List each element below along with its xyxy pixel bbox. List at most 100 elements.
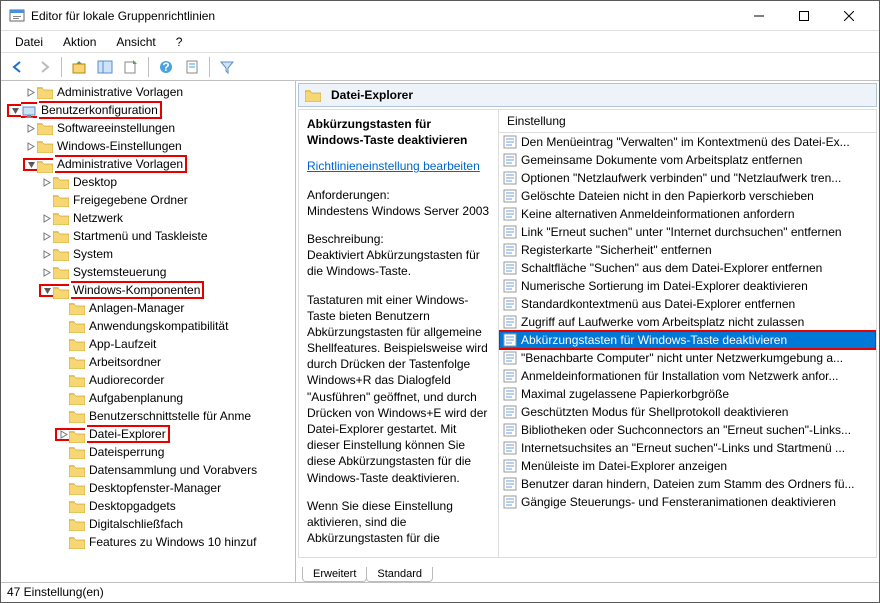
chevron-down-icon[interactable] — [23, 158, 37, 171]
maximize-button[interactable] — [781, 1, 826, 31]
chevron-right-icon[interactable] — [55, 428, 69, 441]
tree-item-desktop[interactable]: Desktop — [1, 173, 295, 191]
menu-file[interactable]: Datei — [7, 33, 51, 51]
chevron-down-icon[interactable] — [7, 104, 21, 117]
setting-row[interactable]: Keine alternativen Anmeldeinformationen … — [499, 205, 876, 223]
chevron-right-icon[interactable] — [23, 124, 37, 133]
tree-item-shared_folders[interactable]: Freigegebene Ordner — [1, 191, 295, 209]
folder-icon — [53, 194, 69, 207]
tree-item-admin_templates2[interactable]: Administrative Vorlagen — [1, 155, 295, 173]
folder-icon — [69, 392, 85, 405]
setting-row[interactable]: "Benachbarte Computer" nicht unter Netzw… — [499, 349, 876, 367]
tree-item-startmenu[interactable]: Startmenü und Taskleiste — [1, 227, 295, 245]
svg-text:?: ? — [162, 60, 169, 74]
close-button[interactable] — [826, 1, 871, 31]
tree-item-network[interactable]: Netzwerk — [1, 209, 295, 227]
setting-row[interactable]: Benutzer daran hindern, Dateien zum Stam… — [499, 475, 876, 493]
setting-row[interactable]: Maximal zugelassene Papierkorbgröße — [499, 385, 876, 403]
chevron-right-icon[interactable] — [39, 214, 53, 223]
tree-item-win_components[interactable]: Windows-Komponenten — [1, 281, 295, 299]
setting-row[interactable]: Gängige Steuerungs- und Fensteranimation… — [499, 493, 876, 511]
tree-pane[interactable]: Administrative VorlagenBenutzerkonfigura… — [1, 81, 296, 582]
tree-item-task_sched[interactable]: Aufgabenplanung — [1, 389, 295, 407]
tree-item-app_compat[interactable]: Anwendungskompatibilität — [1, 317, 295, 335]
chevron-right-icon[interactable] — [23, 142, 37, 151]
tree-item-file_lock[interactable]: Dateisperrung — [1, 443, 295, 461]
help-button[interactable]: ? — [155, 56, 177, 78]
tree-item-windows_settings[interactable]: Windows-Einstellungen — [1, 137, 295, 155]
folder-icon — [53, 248, 69, 261]
export-button[interactable] — [120, 56, 142, 78]
show-hide-tree-button[interactable] — [94, 56, 116, 78]
chevron-down-icon[interactable] — [39, 284, 53, 297]
tree-item-user_config[interactable]: Benutzerkonfiguration — [1, 101, 295, 119]
tree-item-label: Dateisperrung — [89, 445, 164, 459]
tree-item-dwm[interactable]: Desktopfenster-Manager — [1, 479, 295, 497]
tree-item-app_runtime[interactable]: App-Laufzeit — [1, 335, 295, 353]
setting-row[interactable]: Schaltfläche "Suchen" aus dem Datei-Expl… — [499, 259, 876, 277]
tree-item-win10_features[interactable]: Features zu Windows 10 hinzuf — [1, 533, 295, 551]
chevron-right-icon[interactable] — [23, 88, 37, 97]
tree-item-work_folders[interactable]: Arbeitsordner — [1, 353, 295, 371]
setting-row[interactable]: Zugriff auf Laufwerke vom Arbeitsplatz n… — [499, 313, 876, 331]
setting-row[interactable]: Optionen "Netzlaufwerk verbinden" und "N… — [499, 169, 876, 187]
filter-button[interactable] — [216, 56, 238, 78]
policy-icon — [503, 441, 517, 455]
chevron-right-icon[interactable] — [39, 268, 53, 277]
tree-item-audio_rec[interactable]: Audiorecorder — [1, 371, 295, 389]
setting-row[interactable]: Bibliotheken oder Suchconnectors an "Ern… — [499, 421, 876, 439]
setting-row[interactable]: Geschützten Modus für Shellprotokoll dea… — [499, 403, 876, 421]
setting-row[interactable]: Gelöschte Dateien nicht in den Papierkor… — [499, 187, 876, 205]
setting-row[interactable]: Link "Erneut suchen" unter "Internet dur… — [499, 223, 876, 241]
tree-item-gadgets[interactable]: Desktopgadgets — [1, 497, 295, 515]
setting-row[interactable]: Numerische Sortierung im Datei-Explorer … — [499, 277, 876, 295]
folder-icon — [69, 500, 85, 513]
tree-item-attachment_mgr[interactable]: Anlagen-Manager — [1, 299, 295, 317]
settings-list[interactable]: Einstellung Den Menüeintrag "Verwalten" … — [499, 110, 876, 557]
chevron-right-icon[interactable] — [39, 232, 53, 241]
forward-button[interactable] — [33, 56, 55, 78]
tab-extended[interactable]: Erweitert — [302, 567, 367, 582]
tree-item-admin_templates[interactable]: Administrative Vorlagen — [1, 83, 295, 101]
tree-item-label: Desktopfenster-Manager — [89, 481, 221, 495]
setting-row[interactable]: Abkürzungstasten für Windows-Taste deakt… — [499, 331, 876, 349]
folder-icon — [53, 266, 69, 279]
tree-item-digital_locker[interactable]: Digitalschließfach — [1, 515, 295, 533]
setting-row[interactable]: Standardkontextmenü aus Datei-Explorer e… — [499, 295, 876, 313]
policy-icon — [503, 333, 517, 347]
tab-standard[interactable]: Standard — [366, 567, 433, 582]
tree-item-software[interactable]: Softwareeinstellungen — [1, 119, 295, 137]
setting-label: Maximal zugelassene Papierkorbgröße — [521, 387, 729, 401]
setting-row[interactable]: Registerkarte "Sicherheit" entfernen — [499, 241, 876, 259]
tree-item-system[interactable]: System — [1, 245, 295, 263]
view-tabs: Erweitert Standard — [296, 560, 879, 582]
policy-icon — [503, 351, 517, 365]
minimize-button[interactable] — [736, 1, 781, 31]
setting-row[interactable]: Internetsuchsites an "Erneut suchen"-Lin… — [499, 439, 876, 457]
tree-item-label: System — [73, 247, 113, 261]
setting-row[interactable]: Menüleiste im Datei-Explorer anzeigen — [499, 457, 876, 475]
menu-action[interactable]: Aktion — [55, 33, 104, 51]
chevron-right-icon[interactable] — [39, 178, 53, 187]
chevron-right-icon[interactable] — [39, 250, 53, 259]
up-button[interactable] — [68, 56, 90, 78]
menu-help[interactable]: ? — [168, 33, 191, 51]
properties-button[interactable] — [181, 56, 203, 78]
edit-policy-link[interactable]: Richtlinieneinstellung bearbeiten — [307, 158, 490, 174]
policy-icon — [503, 405, 517, 419]
tree-item-file_explorer[interactable]: Datei-Explorer — [1, 425, 295, 443]
folder-icon — [69, 428, 85, 441]
setting-row[interactable]: Anmeldeinformationen für Installation vo… — [499, 367, 876, 385]
back-button[interactable] — [7, 56, 29, 78]
setting-row[interactable]: Gemeinsame Dokumente vom Arbeitsplatz en… — [499, 151, 876, 169]
content-area: Administrative VorlagenBenutzerkonfigura… — [1, 81, 879, 582]
setting-label: Den Menüeintrag "Verwalten" im Kontextme… — [521, 135, 850, 149]
setting-label: Keine alternativen Anmeldeinformationen … — [521, 207, 795, 221]
tree-item-data_collection[interactable]: Datensammlung und Vorabvers — [1, 461, 295, 479]
tree-item-control_panel[interactable]: Systemsteuerung — [1, 263, 295, 281]
window-title: Editor für lokale Gruppenrichtlinien — [31, 9, 736, 23]
menu-view[interactable]: Ansicht — [108, 33, 163, 51]
column-header-setting[interactable]: Einstellung — [499, 110, 876, 133]
tree-item-ui_credprov[interactable]: Benutzerschnittstelle für Anme — [1, 407, 295, 425]
setting-row[interactable]: Den Menüeintrag "Verwalten" im Kontextme… — [499, 133, 876, 151]
